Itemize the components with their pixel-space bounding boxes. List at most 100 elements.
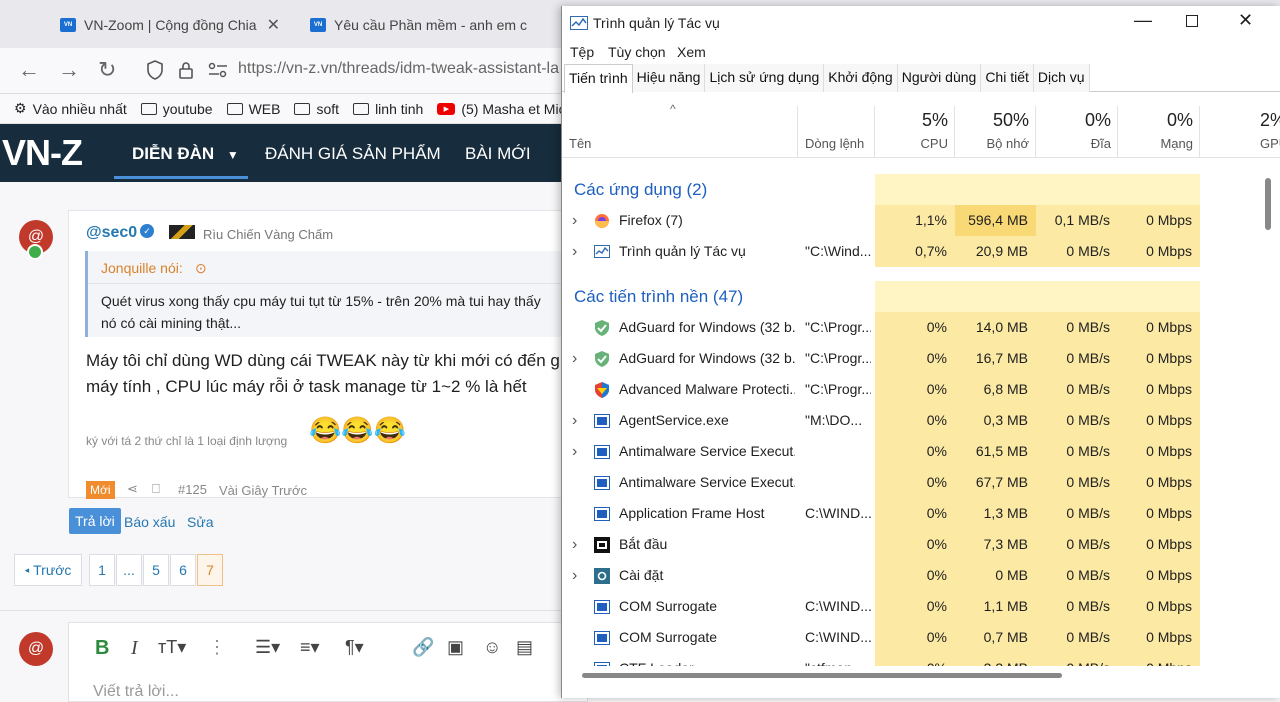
tab-users[interactable]: Người dùng [897,64,982,92]
process-row[interactable]: 0%3,3 MB0 MB/s0 Mbps CTF Loader "ctfmon... [562,653,1255,666]
process-row[interactable]: 0% 67,7 MB 0 MB/s 0 Mbps Antimalware Service… [562,467,1255,498]
menu-view[interactable]: Xem [677,44,706,60]
tab-startup[interactable]: Khởi động [824,64,898,92]
post-number[interactable]: #125 [178,482,207,497]
shield-icon [595,382,609,398]
paragraph-icon[interactable]: ¶▾ [345,637,364,658]
process-row[interactable]: 0% 16,7 MB 0 MB/s 0 Mbps › AdGuard for Window… [562,343,1255,374]
browser-tab-yeucau[interactable]: VN Yêu cầu Phần mềm - anh em c [300,8,548,42]
nav-reviews[interactable]: ĐÁNH GIÁ SẢN PHẨM [265,144,441,164]
menu-options[interactable]: Tùy chọn [608,44,666,60]
column-gpu[interactable]: 2% GPU [1200,106,1280,158]
group-background-processes[interactable]: Các tiến trình nền (47) [562,281,1255,312]
align-icon[interactable]: ≡▾ [300,637,320,658]
process-row[interactable]: 0% 6,8 MB 0 MB/s 0 Mbps Advanced Malware Pro… [562,374,1255,405]
page-6[interactable]: 6 [170,554,196,586]
page-ellipsis[interactable]: ... [116,554,142,586]
page-1[interactable]: 1 [89,554,115,586]
column-disk[interactable]: 0% Đĩa [1036,106,1118,158]
process-row[interactable]: 0,7% 20,9 MB 0 MB/s 0 Mbps › Trình quản lý Tá… [562,236,1255,267]
process-row[interactable]: 0% 0,3 MB 0 MB/s 0 Mbps › AgentService.exe "M:… [562,405,1255,436]
close-icon[interactable]: ✕ [1238,10,1253,31]
reload-icon[interactable]: ↻ [98,58,116,82]
tab-services[interactable]: Dịch vụ [1033,64,1090,92]
net-value: 0 Mbps [1118,405,1200,436]
close-tab-icon[interactable]: ✕ [267,15,280,35]
group-apps[interactable]: Các ứng dụng (2) [562,174,1255,205]
process-row[interactable]: 0% 7,3 MB 0 MB/s 0 Mbps › Bắt đầu [562,529,1255,560]
report-link[interactable]: Báo xấu [124,514,175,530]
expand-chevron-icon[interactable]: › [572,436,577,467]
more-options-icon[interactable]: ⋮ [208,637,226,658]
page-7-current[interactable]: 7 [197,554,223,586]
quote-block: Jonquille nói: ⊙ Quét virus xong thấy cp… [85,251,592,337]
tab-app-history[interactable]: Lịch sử ứng dụng [705,64,825,92]
process-row[interactable]: 0% 1,3 MB 0 MB/s 0 Mbps Application Frame Ho… [562,498,1255,529]
expand-chevron-icon[interactable]: › [572,560,577,591]
bookmark-icon[interactable]: ⎕ [152,481,160,497]
process-row[interactable]: 0% 0 MB 0 MB/s 0 Mbps › Cài đặt [562,560,1255,591]
vertical-scrollbar[interactable] [1255,158,1280,666]
quote-author[interactable]: Jonquille nói: [101,260,183,276]
italic-icon[interactable]: I [131,637,138,660]
nav-forum[interactable]: DIỄN ĐÀN ▼ [132,144,239,164]
chevron-down-icon[interactable]: ▼ [227,148,239,162]
menu-file[interactable]: Tệp [570,44,594,60]
pagination-prev[interactable]: ◂ Trước [14,554,82,586]
shield-icon[interactable] [146,60,164,80]
page-5[interactable]: 5 [143,554,169,586]
reply-input[interactable]: Viết trả lời... [93,683,179,701]
minimize-icon[interactable]: — [1134,10,1152,31]
scrollbar-thumb[interactable] [1265,178,1271,230]
online-status-icon [27,244,43,260]
reply-button[interactable]: Trả lời [69,508,121,534]
browser-tab-vnzoom[interactable]: VN VN-Zoom | Cộng đồng Chia Sẻ ✕ [50,8,290,42]
link-icon[interactable]: 🔗 [412,637,434,658]
horizontal-scrollbar[interactable] [562,666,1255,686]
emoji-picker-icon[interactable]: ☺ [483,637,501,658]
maximize-icon[interactable] [1186,15,1198,27]
text-size-icon[interactable]: тT▾ [158,637,186,658]
bookmark-youtube[interactable]: youtube [140,101,213,117]
tab-details[interactable]: Chi tiết [981,64,1034,92]
permissions-icon[interactable] [208,62,228,78]
back-icon[interactable]: ← [18,58,40,82]
expand-chevron-icon[interactable]: › [572,529,577,560]
tab-performance[interactable]: Hiệu năng [632,64,706,92]
image-icon[interactable]: ▣ [447,637,464,658]
expand-chevron-icon[interactable]: › [572,205,577,236]
process-row[interactable]: 0% 1,1 MB 0 MB/s 0 Mbps COM Surrogate C:\WIND… [562,591,1255,622]
bookmark-most-visited[interactable]: ⚙ Vào nhiều nhất [14,100,127,117]
list-icon[interactable]: ☰▾ [255,637,280,658]
column-network[interactable]: 0% Mạng [1118,106,1200,158]
process-row[interactable]: 0% 0,7 MB 0 MB/s 0 Mbps COM Surrogate C:\WIND… [562,622,1255,653]
avatar[interactable]: @ [19,632,53,666]
process-row[interactable]: 0% 61,5 MB 0 MB/s 0 Mbps › Antimalware Servic… [562,436,1255,467]
site-logo[interactable]: VN-Z [2,132,83,174]
tab-processes[interactable]: Tiến trình [564,64,633,93]
nav-new-posts[interactable]: BÀI MỚI [465,144,531,164]
address-bar[interactable]: https://vn-z.vn/threads/idm-tweak-assist… [238,60,559,78]
bookmark-linh-tinh[interactable]: linh tinh [353,101,423,117]
expand-chevron-icon[interactable]: › [572,405,577,436]
share-icon[interactable]: ⋖ [127,481,138,497]
forward-icon[interactable]: → [58,58,80,82]
column-command-line[interactable]: Dòng lệnh [798,106,875,158]
lock-icon[interactable] [178,60,194,80]
expand-chevron-icon[interactable]: › [572,343,577,374]
process-row[interactable]: 0% 14,0 MB 0 MB/s 0 Mbps AdGuard for Windows… [562,312,1255,343]
bookmark-masha[interactable]: ▶ (5) Masha et Mick [437,101,573,117]
column-name[interactable]: Tên [562,106,798,158]
scrollbar-thumb[interactable] [582,673,1062,678]
edit-link[interactable]: Sửa [187,514,214,530]
quote-jump-icon[interactable]: ⊙ [195,260,207,277]
column-cpu[interactable]: 5% CPU [875,106,955,158]
bold-icon[interactable]: B [95,637,109,660]
media-icon[interactable]: ▤ [516,637,533,658]
bookmark-soft[interactable]: soft [294,101,339,117]
bookmark-web[interactable]: WEB [226,101,280,117]
column-memory[interactable]: 50% Bộ nhớ [955,106,1036,158]
expand-chevron-icon[interactable]: › [572,236,577,267]
process-row[interactable]: 1,1% 596,4 MB 0,1 MB/s 0 Mbps › Firefox (7) [562,205,1255,236]
post-author[interactable]: @sec0 [86,224,137,242]
